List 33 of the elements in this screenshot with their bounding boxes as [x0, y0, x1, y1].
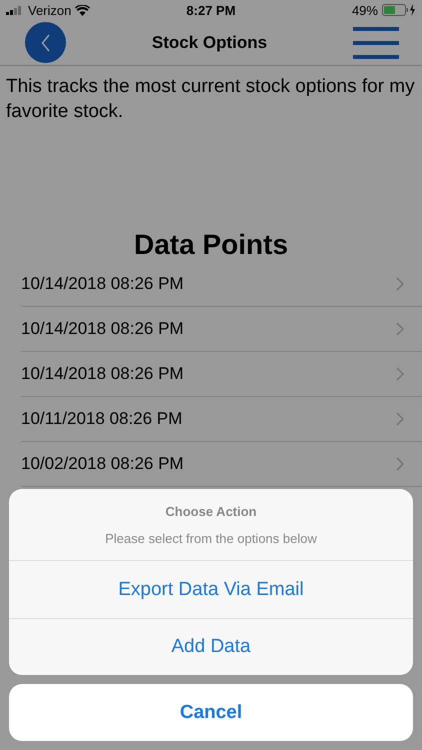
- action-button[interactable]: Add Data: [9, 618, 413, 675]
- signal-icon: [6, 6, 24, 14]
- menu-button[interactable]: [352, 26, 399, 58]
- data-point-label: 10/14/2018 08:26 PM: [21, 319, 184, 339]
- description-text: This tracks the most current stock options for my favorite stock.: [6, 75, 416, 124]
- chevron-left-icon: [40, 34, 50, 52]
- chevron-right-icon: [396, 367, 404, 381]
- menu-icon: [352, 26, 399, 58]
- data-point-row[interactable]: 10/11/2018 08:26 PM: [21, 397, 422, 442]
- data-point-row[interactable]: 10/14/2018 08:26 PM: [21, 307, 422, 352]
- back-button[interactable]: [25, 22, 66, 63]
- data-point-label: 10/14/2018 08:26 PM: [21, 274, 184, 294]
- chevron-right-icon: [396, 322, 404, 336]
- data-point-row[interactable]: 10/02/2018 08:26 PM: [21, 442, 422, 487]
- action-sheet-title: Choose Action: [165, 504, 257, 519]
- action-sheet-message: Please select from the options below: [105, 531, 317, 546]
- data-point-row[interactable]: 10/14/2018 08:26 PM: [21, 352, 422, 397]
- action-button[interactable]: Export Data Via Email: [9, 561, 413, 618]
- data-point-row[interactable]: 10/14/2018 08:26 PM: [21, 262, 422, 307]
- chevron-right-icon: [396, 277, 404, 291]
- data-point-label: 10/11/2018 08:26 PM: [21, 409, 182, 429]
- wifi-icon: [75, 4, 90, 16]
- data-point-label: 10/14/2018 08:26 PM: [21, 364, 184, 384]
- carrier-label: Verizon: [28, 2, 72, 18]
- data-point-label: 10/02/2018 08:26 PM: [21, 454, 184, 474]
- nav-title: Stock Options: [152, 32, 268, 52]
- battery-charging-icon: [382, 4, 416, 16]
- chevron-right-icon: [396, 457, 404, 471]
- chevron-right-icon: [396, 412, 404, 426]
- status-time: 8:27 PM: [186, 2, 236, 18]
- section-heading: Data Points: [132, 228, 290, 262]
- battery-percent: 49%: [352, 2, 378, 18]
- cancel-button[interactable]: Cancel: [9, 684, 413, 741]
